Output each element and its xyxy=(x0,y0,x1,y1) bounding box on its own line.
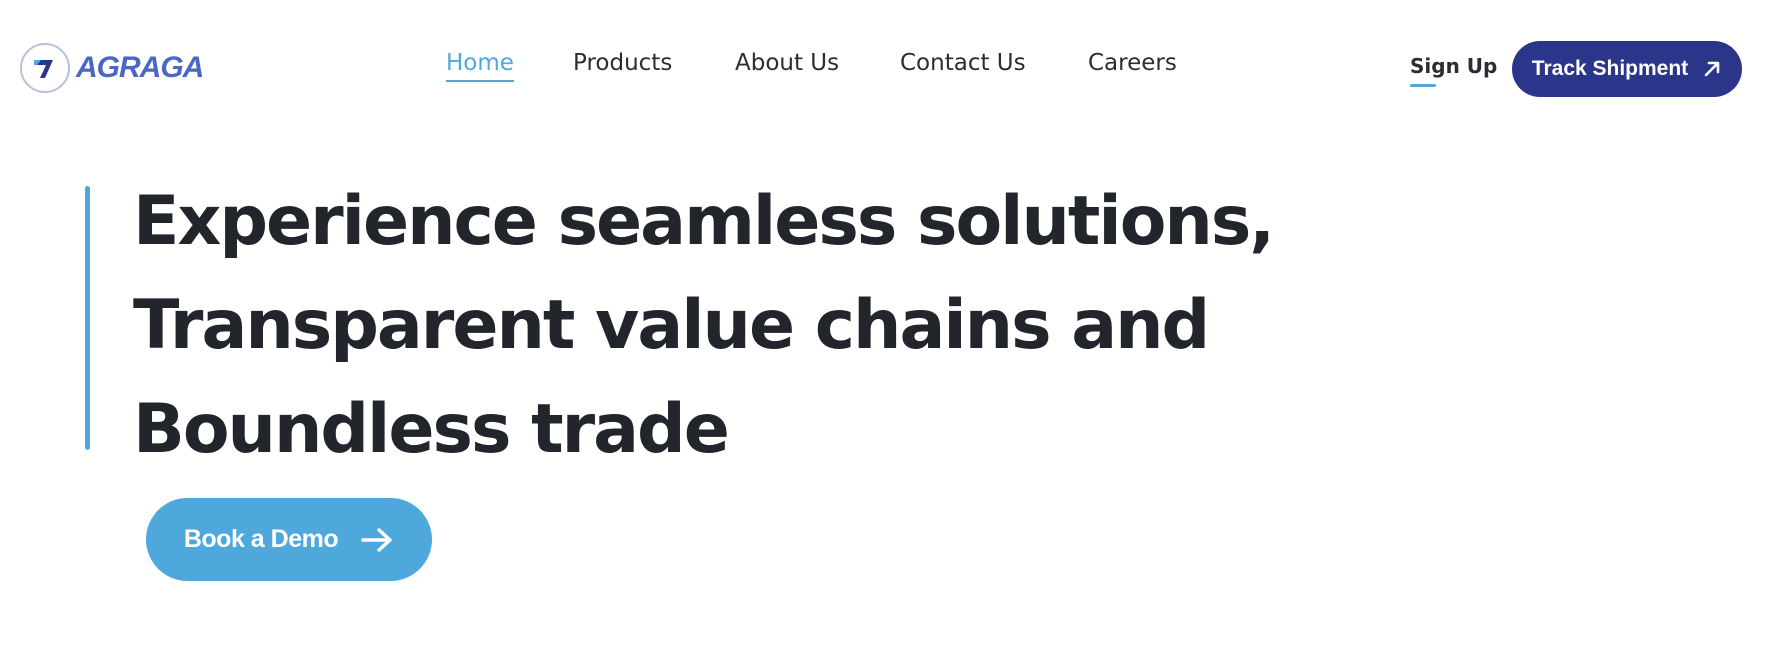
hero-heading-line: Transparent value chains and xyxy=(133,286,1210,365)
nav-item-contact-us[interactable]: Contact Us xyxy=(900,50,1026,76)
site-header: AGRAGA Home Products About Us Contact Us… xyxy=(0,0,1768,140)
book-demo-button[interactable]: Book a Demo xyxy=(146,498,432,581)
nav-item-about-us[interactable]: About Us xyxy=(735,50,839,76)
track-shipment-label: Track Shipment xyxy=(1531,57,1689,80)
track-shipment-button[interactable]: Track Shipment xyxy=(1512,41,1742,97)
book-demo-label: Book a Demo xyxy=(183,525,339,553)
hero-heading-line: Boundless trade xyxy=(133,390,730,469)
nav-item-home[interactable]: Home xyxy=(446,50,514,82)
sign-up-link[interactable]: Sign Up xyxy=(1410,54,1497,78)
nav-item-careers[interactable]: Careers xyxy=(1088,50,1177,76)
main-nav: Home Products About Us Contact Us Career… xyxy=(0,50,1768,90)
hero-heading: Experience seamless solutions, Transpare… xyxy=(133,170,1275,482)
landing-page: AGRAGA Home Products About Us Contact Us… xyxy=(0,0,1768,653)
arrow-up-right-icon xyxy=(1704,61,1720,77)
sign-up-underline xyxy=(1410,84,1436,87)
hero-heading-line: Experience seamless solutions, xyxy=(133,182,1275,261)
hero-accent-bar xyxy=(85,186,90,450)
arrow-right-icon xyxy=(361,527,392,552)
nav-item-products[interactable]: Products xyxy=(573,50,672,76)
